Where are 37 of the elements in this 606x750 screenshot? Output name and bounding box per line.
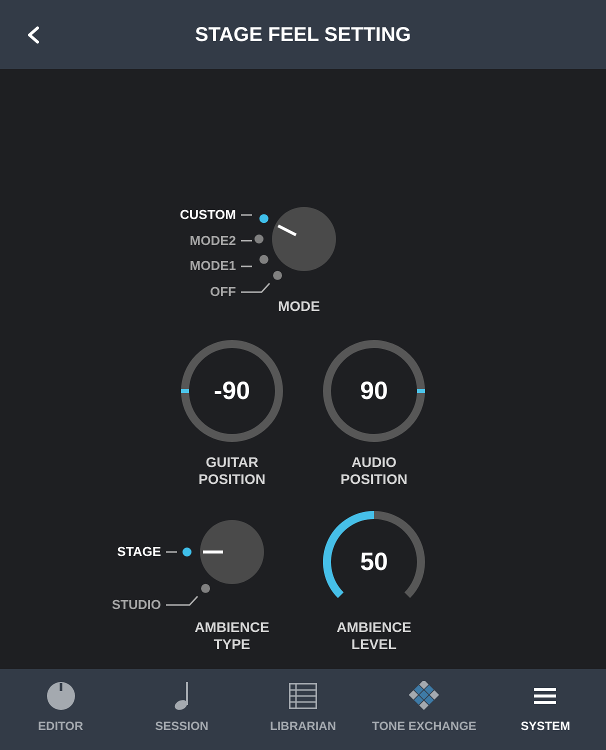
music-note-icon [174,682,190,710]
level-dial[interactable] [323,511,425,598]
nav-tab[interactable]: EDITOR [0,669,122,750]
position-dial[interactable] [323,340,425,442]
option-label[interactable]: STUDIO [112,597,161,613]
nav-tab[interactable]: SESSION [121,669,242,750]
diamond-grid-icon [409,681,440,711]
option-label[interactable]: CUSTOM [180,207,236,223]
control-label: AMBIENCE TYPE [194,619,270,653]
control-label: AMBIENCE LEVEL [336,619,412,653]
dial-value: 90 [360,376,388,406]
dial-thumb[interactable] [181,389,189,393]
list-icon [288,683,317,709]
leader-line [241,282,270,293]
dial-value: 50 [360,547,388,577]
knob-icon [46,682,75,710]
leader-line [241,240,252,242]
menu-icon [534,688,556,704]
option-label[interactable]: STAGE [117,544,161,560]
back-icon [26,26,40,44]
nav-tab[interactable]: SYSTEM [484,669,606,750]
option-label[interactable]: OFF [210,284,236,300]
page-title: STAGE FEEL SETTING [194,22,412,46]
position-dial[interactable] [181,340,283,442]
control-label: MODE [278,298,320,315]
nav-tab[interactable]: TONE EXCHANGE [364,669,485,750]
leader-line [166,596,198,606]
control-label: AUDIO POSITION [340,454,408,488]
option-label[interactable]: MODE1 [190,258,236,274]
dial-value: -90 [214,376,250,406]
option-label[interactable]: MODE2 [190,232,236,249]
leader-line [241,214,252,216]
leader-line [241,266,252,268]
control-label: GUITAR POSITION [198,454,266,488]
dial-thumb[interactable] [417,389,425,393]
leader-line [166,551,177,553]
nav-tab[interactable]: LIBRARIAN [242,669,364,750]
